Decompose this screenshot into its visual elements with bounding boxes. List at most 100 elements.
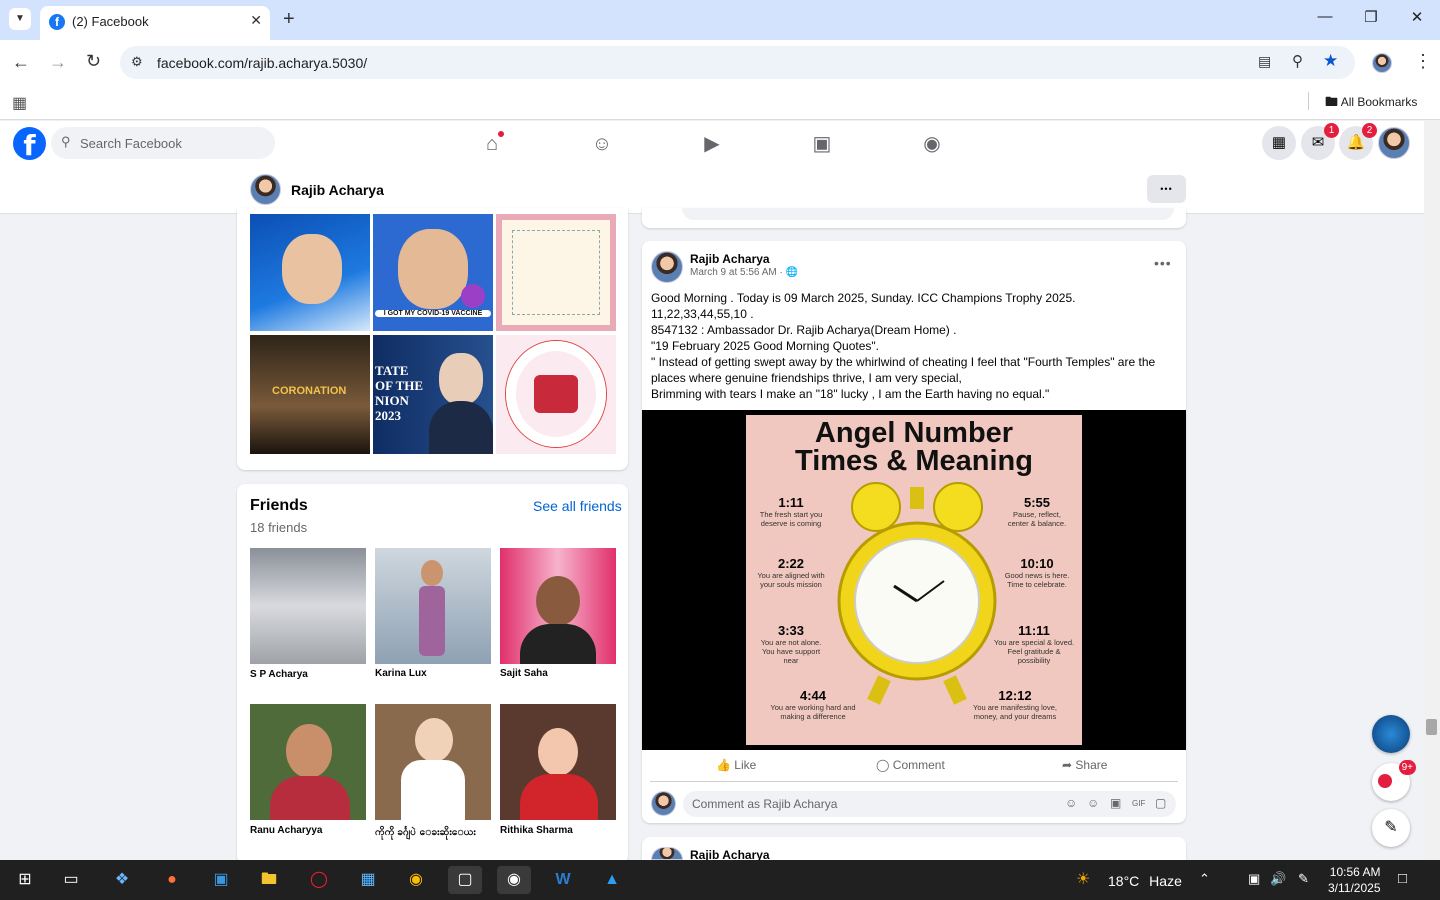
messenger-icon[interactable]: ✉ 1 [1301,123,1339,160]
reload-icon[interactable]: ↻ [86,51,101,72]
word-icon[interactable]: W [546,866,580,894]
friend-name[interactable]: Sajit Saha [500,668,548,679]
menu-grid-icon[interactable]: ▦ [1262,126,1296,160]
friend-name[interactable]: Karina Lux [375,668,427,679]
windows-start-icon[interactable]: ⊞ [8,866,42,894]
weather-widget[interactable]: 18°C Haze [1108,873,1182,889]
volume-icon[interactable]: 🔊 [1270,871,1286,887]
like-button[interactable]: 👍 Like [716,758,756,772]
forward-icon[interactable]: → [49,52,67,73]
friends-count: 18 friends [250,520,308,535]
video-icon[interactable]: ▶ [697,129,727,159]
maximize-icon[interactable]: ❐ [1351,8,1391,32]
post-line: "19 February 2025 Good Morning Quotes". [651,339,879,353]
post-options-icon[interactable]: ••• [1154,255,1172,271]
post-line: places where genuine friendships thrive,… [651,371,962,385]
back-icon[interactable]: ← [12,52,30,73]
firefox-icon[interactable]: ● [155,866,189,894]
new-tab-icon[interactable]: + [283,8,295,31]
comment-input[interactable]: Comment as Rajib Acharya ☺ ☺ ▣ GIF ▢ [683,791,1176,817]
chrome-profile-avatar[interactable] [1372,53,1392,73]
friend-name[interactable]: Ranu Acharyya [250,825,322,836]
remote-desktop-icon[interactable]: ▣ [204,866,238,894]
store-icon[interactable]: ▦ [351,866,385,894]
friend-name[interactable]: ကိုကို ခင်္ဂျပဲ ေခးဆိုးေယး [375,825,476,840]
friend-name[interactable]: Rithika Sharma [500,825,573,836]
photo-tile[interactable] [250,214,370,331]
friend-photo[interactable] [375,704,491,820]
notification-center-icon[interactable]: □ [1398,870,1407,887]
gif-icon[interactable]: GIF [1132,799,1145,808]
clock[interactable]: 10:56 AM 3/11/2025 [1328,864,1381,896]
marketplace-icon[interactable]: ▣ [807,129,837,159]
zoom-icon[interactable]: ⚲ [1292,52,1303,70]
tab-search-icon[interactable]: ▼ [9,8,31,30]
friends-icon[interactable]: ☺ [587,129,617,159]
friend-photo[interactable] [500,704,616,820]
previous-comment-box[interactable] [682,208,1174,220]
post-author-avatar[interactable] [651,251,683,283]
install-app-icon[interactable]: ▤ [1258,53,1271,70]
bookmark-star-icon[interactable]: ★ [1323,51,1338,71]
share-button[interactable]: ➦ Share [1062,758,1107,772]
angel-desc: You are not alone. You have support near [760,638,822,665]
browser-tab[interactable]: f (2) Facebook ✕ [40,6,270,40]
next-post-avatar[interactable] [651,847,683,860]
friend-photo[interactable] [500,548,616,664]
comment-label: Comment [892,758,945,772]
photo-tile[interactable]: CORONATION [250,335,370,454]
close-window-icon[interactable]: ✕ [1397,8,1437,32]
facebook-logo-icon[interactable]: f [13,127,46,162]
chrome-profile-taskbar-icon[interactable]: ◉ [497,866,531,894]
photo-tile[interactable]: TATE OF THE NION 2023 [373,335,493,454]
friend-name[interactable]: S P Acharya [250,669,308,680]
friend-photo[interactable] [250,704,366,820]
share-icon: ➦ [1062,758,1073,772]
apps-grid-icon[interactable]: ▦ [12,93,27,113]
friend-photo[interactable] [375,548,491,664]
photo-tile[interactable] [496,214,616,331]
chrome-menu-icon[interactable]: ⋮ [1414,51,1432,72]
address-bar[interactable]: ⚙ facebook.com/rajib.acharya.5030/ ▤ ⚲ ★ [120,46,1355,79]
groups-icon[interactable]: ◉ [917,129,947,159]
close-tab-icon[interactable]: ✕ [250,12,262,29]
avatar-sticker-icon[interactable]: ☺ [1065,796,1077,810]
network-icon[interactable]: ▣ [1248,871,1260,887]
photo-tile[interactable] [496,335,616,454]
page-scrollbar[interactable] [1424,121,1440,860]
pen-icon[interactable]: ✎ [1298,871,1309,887]
tray-chevron-icon[interactable]: ⌃ [1199,871,1210,887]
opera-icon[interactable]: ◯ [302,866,336,894]
search-input[interactable]: ⚲ Search Facebook [51,127,275,159]
profile-name[interactable]: Rajib Acharya [291,182,384,198]
all-bookmarks-button[interactable]: 🖿 All Bookmarks [1325,93,1417,115]
minimize-icon[interactable]: — [1305,8,1345,32]
commenter-avatar[interactable] [651,791,676,816]
task-view-icon[interactable]: ▭ [54,866,88,894]
contact-avatar-bubble[interactable] [1372,715,1410,753]
profile-more-button[interactable]: ••• [1147,175,1186,203]
comment-button[interactable]: ◯ Comment [876,758,945,772]
account-avatar[interactable] [1378,127,1410,159]
post-time[interactable]: March 9 at 5:56 AM · 🌐 [690,267,798,278]
notepad-icon[interactable]: ▢ [448,866,482,894]
see-all-friends-link[interactable]: See all friends [533,498,622,514]
file-explorer-icon[interactable]: 🖿 [252,866,286,894]
camera-icon[interactable]: ▣ [1110,796,1121,810]
friend-photo[interactable] [250,548,366,664]
news-chat-bubble[interactable]: 9+ [1372,760,1416,801]
emoji-icon[interactable]: ☺ [1087,796,1099,810]
new-message-button[interactable]: ✎ [1372,809,1410,847]
copilot-icon[interactable]: ❖ [105,866,139,894]
post-image[interactable]: Angel Number Times & Meaning 1:11 The fr… [642,410,1186,750]
home-icon[interactable]: ⌂ [477,129,507,159]
chrome-icon[interactable]: ◉ [399,866,433,894]
site-info-icon[interactable]: ⚙ [131,54,143,70]
sticker-icon[interactable]: ▢ [1155,796,1166,810]
photos-app-icon[interactable]: ▲ [595,866,629,894]
post-author-name[interactable]: Rajib Acharya [690,252,770,266]
profile-avatar[interactable] [250,174,281,205]
scrollbar-thumb[interactable] [1426,719,1437,735]
photo-tile[interactable]: I GOT MY COVID-19 VACCINE [373,214,493,331]
notifications-icon[interactable]: 🔔 2 [1339,123,1377,160]
